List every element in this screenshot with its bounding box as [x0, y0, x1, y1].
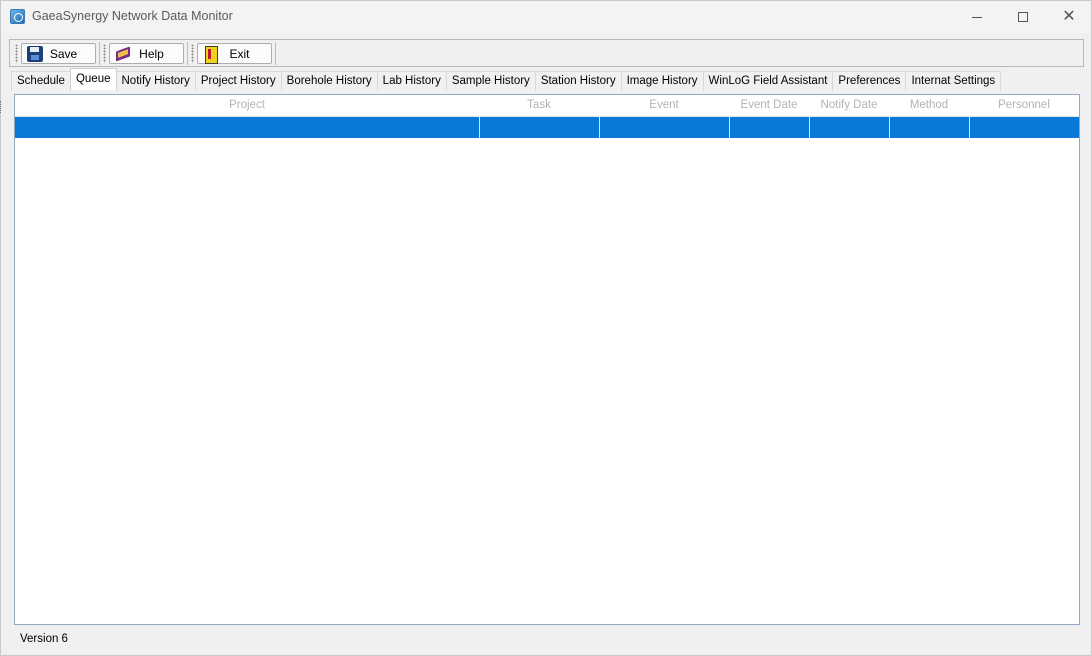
- table-row-selected[interactable]: [15, 117, 1079, 138]
- save-label: Save: [49, 47, 78, 61]
- column-header-notify-date[interactable]: Notify Date: [809, 95, 889, 117]
- toolbar-grip[interactable]: [191, 44, 194, 63]
- cell-divider: [969, 117, 970, 138]
- app-icon: [10, 9, 25, 24]
- tab-lab-history[interactable]: Lab History: [376, 71, 447, 91]
- column-header-event[interactable]: Event: [599, 95, 729, 117]
- toolbar-separator: [187, 42, 188, 65]
- queue-grid[interactable]: Project Task Event Event Date Notify Dat…: [14, 94, 1080, 625]
- maximize-button[interactable]: [1000, 1, 1046, 33]
- tab-station-history[interactable]: Station History: [534, 71, 622, 91]
- tab-image-history[interactable]: Image History: [620, 71, 704, 91]
- tab-strip: Schedule Queue Notify History Project Hi…: [11, 68, 1002, 91]
- toolbar-grip[interactable]: [103, 44, 106, 63]
- tab-schedule[interactable]: Schedule: [11, 71, 71, 91]
- exit-button[interactable]: Exit: [197, 43, 272, 64]
- cell-divider: [729, 117, 730, 138]
- window-title: GaeaSynergy Network Data Monitor: [32, 9, 233, 23]
- column-header-project[interactable]: Project: [15, 95, 479, 117]
- column-header-personnel[interactable]: Personnel: [969, 95, 1079, 117]
- toolbar-separator: [99, 42, 100, 65]
- tab-borehole-history[interactable]: Borehole History: [280, 71, 378, 91]
- app-window: GaeaSynergy Network Data Monitor ✕ Save …: [0, 0, 1092, 656]
- column-header-task[interactable]: Task: [479, 95, 599, 117]
- close-icon: ✕: [1062, 8, 1076, 25]
- tab-sample-history[interactable]: Sample History: [445, 71, 536, 91]
- column-header-method[interactable]: Method: [889, 95, 969, 117]
- save-button[interactable]: Save: [21, 43, 96, 64]
- help-label: Help: [139, 47, 164, 61]
- title-bar: GaeaSynergy Network Data Monitor ✕: [1, 1, 1091, 33]
- close-button[interactable]: ✕: [1046, 1, 1092, 33]
- tab-project-history[interactable]: Project History: [194, 71, 282, 91]
- grid-header: Project Task Event Event Date Notify Dat…: [15, 95, 1079, 117]
- minimize-icon: [972, 16, 982, 18]
- cell-divider: [599, 117, 600, 138]
- version-label: Version 6: [20, 633, 68, 645]
- exit-label: Exit: [229, 47, 250, 61]
- window-edge-marker: [0, 101, 2, 113]
- help-button[interactable]: Help: [109, 43, 184, 64]
- cell-divider: [809, 117, 810, 138]
- column-header-event-date[interactable]: Event Date: [729, 95, 809, 117]
- cell-divider: [889, 117, 890, 138]
- tab-preferences[interactable]: Preferences: [832, 71, 907, 91]
- tab-notify-history[interactable]: Notify History: [115, 71, 196, 91]
- toolbar: Save Help Exit: [9, 39, 1084, 67]
- toolbar-separator: [275, 42, 276, 65]
- tab-internat-settings[interactable]: Internat Settings: [905, 71, 1002, 91]
- tab-queue[interactable]: Queue: [69, 68, 117, 90]
- maximize-icon: [1018, 12, 1028, 22]
- tab-winlog-field-assistant[interactable]: WinLoG Field Assistant: [702, 71, 834, 91]
- toolbar-grip[interactable]: [15, 44, 18, 63]
- cell-divider: [479, 117, 480, 138]
- minimize-button[interactable]: [954, 1, 1000, 33]
